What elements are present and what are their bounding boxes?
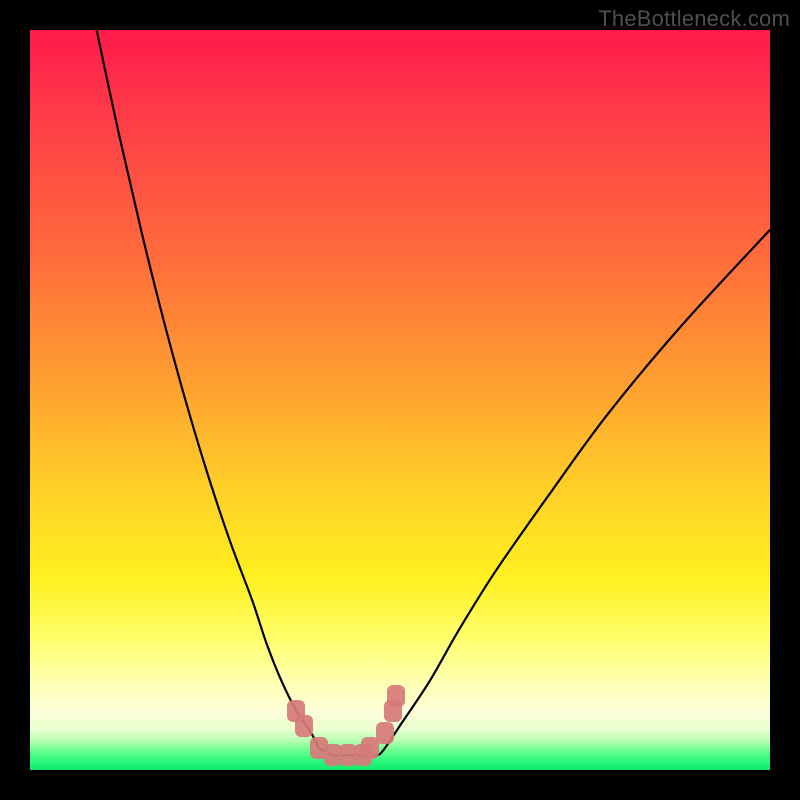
highlight-dot [387,685,405,707]
highlight-dot [376,722,394,744]
chart-stage: TheBottleneck.com [0,0,800,800]
curve-layer [30,30,770,770]
highlight-dot [295,715,313,737]
curve-right [385,230,770,748]
watermark-text: TheBottleneck.com [598,6,790,32]
plot-area [30,30,770,770]
curve-left [97,30,319,748]
